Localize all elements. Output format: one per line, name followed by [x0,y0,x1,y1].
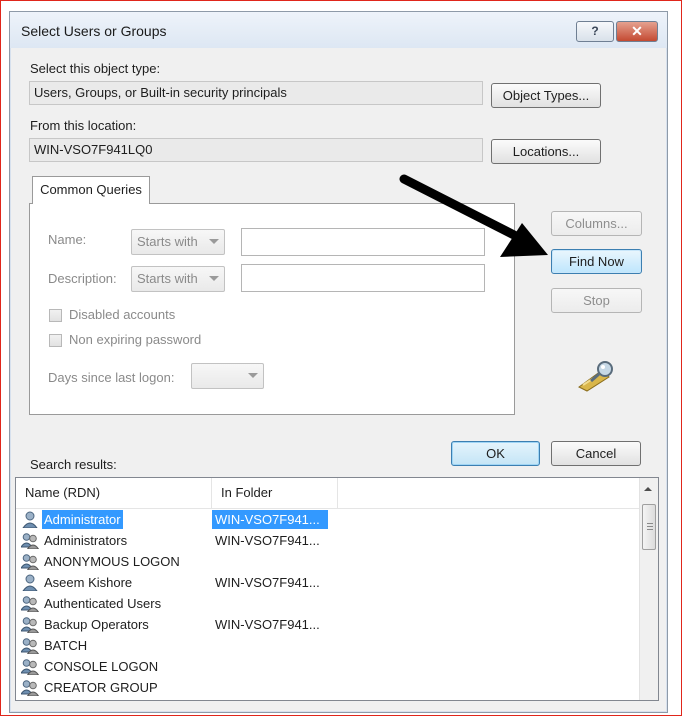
location-label: From this location: [30,118,137,133]
disabled-accounts-label: Disabled accounts [69,307,176,322]
scroll-up-icon[interactable] [644,487,652,491]
group-icon [20,616,40,634]
object-type-field: Users, Groups, or Built-in security prin… [29,81,483,105]
row-name: ANONYMOUS LOGON [44,554,180,569]
close-button[interactable]: ✕ [616,21,658,42]
search-flashlight-icon [578,361,613,392]
find-now-button[interactable]: Find Now [551,249,642,274]
table-row[interactable]: Aseem Kishore WIN-VSO7F941... [16,572,346,593]
annotation-arrow-icon [399,174,548,257]
help-icon: ? [591,24,599,38]
locations-button[interactable]: Locations... [491,139,601,164]
row-name: Authenticated Users [44,596,162,611]
table-row[interactable]: Administrator WIN-VSO7F941... [16,509,346,530]
row-name: Aseem Kishore [44,575,133,590]
description-label: Description: [48,271,117,286]
scroll-thumb[interactable] [642,504,656,550]
row-folder: WIN-VSO7F941... [212,510,328,529]
results-header: Name (RDN) In Folder [16,478,642,509]
row-folder [212,657,328,676]
search-results-list[interactable]: Name (RDN) In Folder Administrator WIN-VS… [15,477,659,701]
row-name: Administrators [44,533,128,548]
table-row[interactable]: BATCH [16,635,346,656]
row-name: CREATOR GROUP [44,680,158,695]
days-since-logon-select[interactable] [191,363,264,389]
location-field: WIN-VSO7F941LQ0 [29,138,483,162]
row-folder [212,678,328,697]
title-bar: Select Users or Groups ? ✕ [10,12,667,48]
cancel-button[interactable]: Cancel [551,441,641,466]
row-name: BATCH [44,638,88,653]
days-since-logon-label: Days since last logon: [48,370,175,385]
dialog-title: Select Users or Groups [21,23,167,39]
grip-line [647,526,653,527]
grip-line [647,523,653,524]
row-name: Backup Operators [44,617,149,632]
row-folder: WIN-VSO7F941... [215,533,320,548]
name-mode-value: Starts with [137,234,198,249]
select-users-dialog: Select Users or Groups ? ✕ Select this o… [9,11,668,713]
grip-line [647,529,653,530]
group-icon [20,637,40,655]
row-name: Administrator [42,510,123,529]
disabled-accounts-checkbox[interactable] [49,309,62,322]
description-mode-select[interactable]: Starts with [131,266,225,292]
table-row[interactable]: Backup Operators WIN-VSO7F941... [16,614,346,635]
object-types-button[interactable]: Object Types... [491,83,601,108]
table-row[interactable]: ANONYMOUS LOGON [16,551,346,572]
user-icon [21,511,39,529]
help-button[interactable]: ? [576,21,614,42]
screenshot-frame: Select Users or Groups ? ✕ Select this o… [0,0,682,716]
group-icon [20,532,40,550]
table-row[interactable]: CONSOLE LOGON [16,656,346,677]
name-mode-select[interactable]: Starts with [131,229,225,255]
chevron-down-icon [209,239,219,244]
row-folder [212,594,328,613]
group-icon [20,595,40,613]
close-icon: ✕ [631,23,643,39]
group-icon [20,679,40,697]
row-folder [212,552,328,571]
row-folder [212,636,328,655]
table-row[interactable]: CREATOR GROUP [16,677,346,698]
description-mode-value: Starts with [137,271,198,286]
table-row[interactable]: Administrators WIN-VSO7F941... [16,530,346,551]
search-results-label: Search results: [30,457,117,472]
non-expiring-label: Non expiring password [69,332,202,347]
column-header-folder[interactable]: In Folder [212,478,338,508]
stop-button[interactable]: Stop [551,288,642,313]
group-icon [20,658,40,676]
columns-button[interactable]: Columns... [551,211,642,236]
chevron-down-icon [248,373,258,378]
table-row[interactable]: Authenticated Users [16,593,346,614]
group-icon [20,553,40,571]
object-type-label: Select this object type: [30,61,161,76]
user-icon [21,574,39,592]
ok-button[interactable]: OK [451,441,540,466]
non-expiring-checkbox[interactable] [49,334,62,347]
column-header-name[interactable]: Name (RDN) [16,478,212,508]
row-name: CONSOLE LOGON [44,659,159,674]
name-label: Name: [48,232,87,247]
row-folder: WIN-VSO7F941... [215,617,320,632]
chevron-down-icon [209,276,219,281]
tab-common-queries[interactable]: Common Queries [32,176,150,204]
row-folder: WIN-VSO7F941... [215,575,320,590]
vertical-scrollbar[interactable] [639,478,658,700]
